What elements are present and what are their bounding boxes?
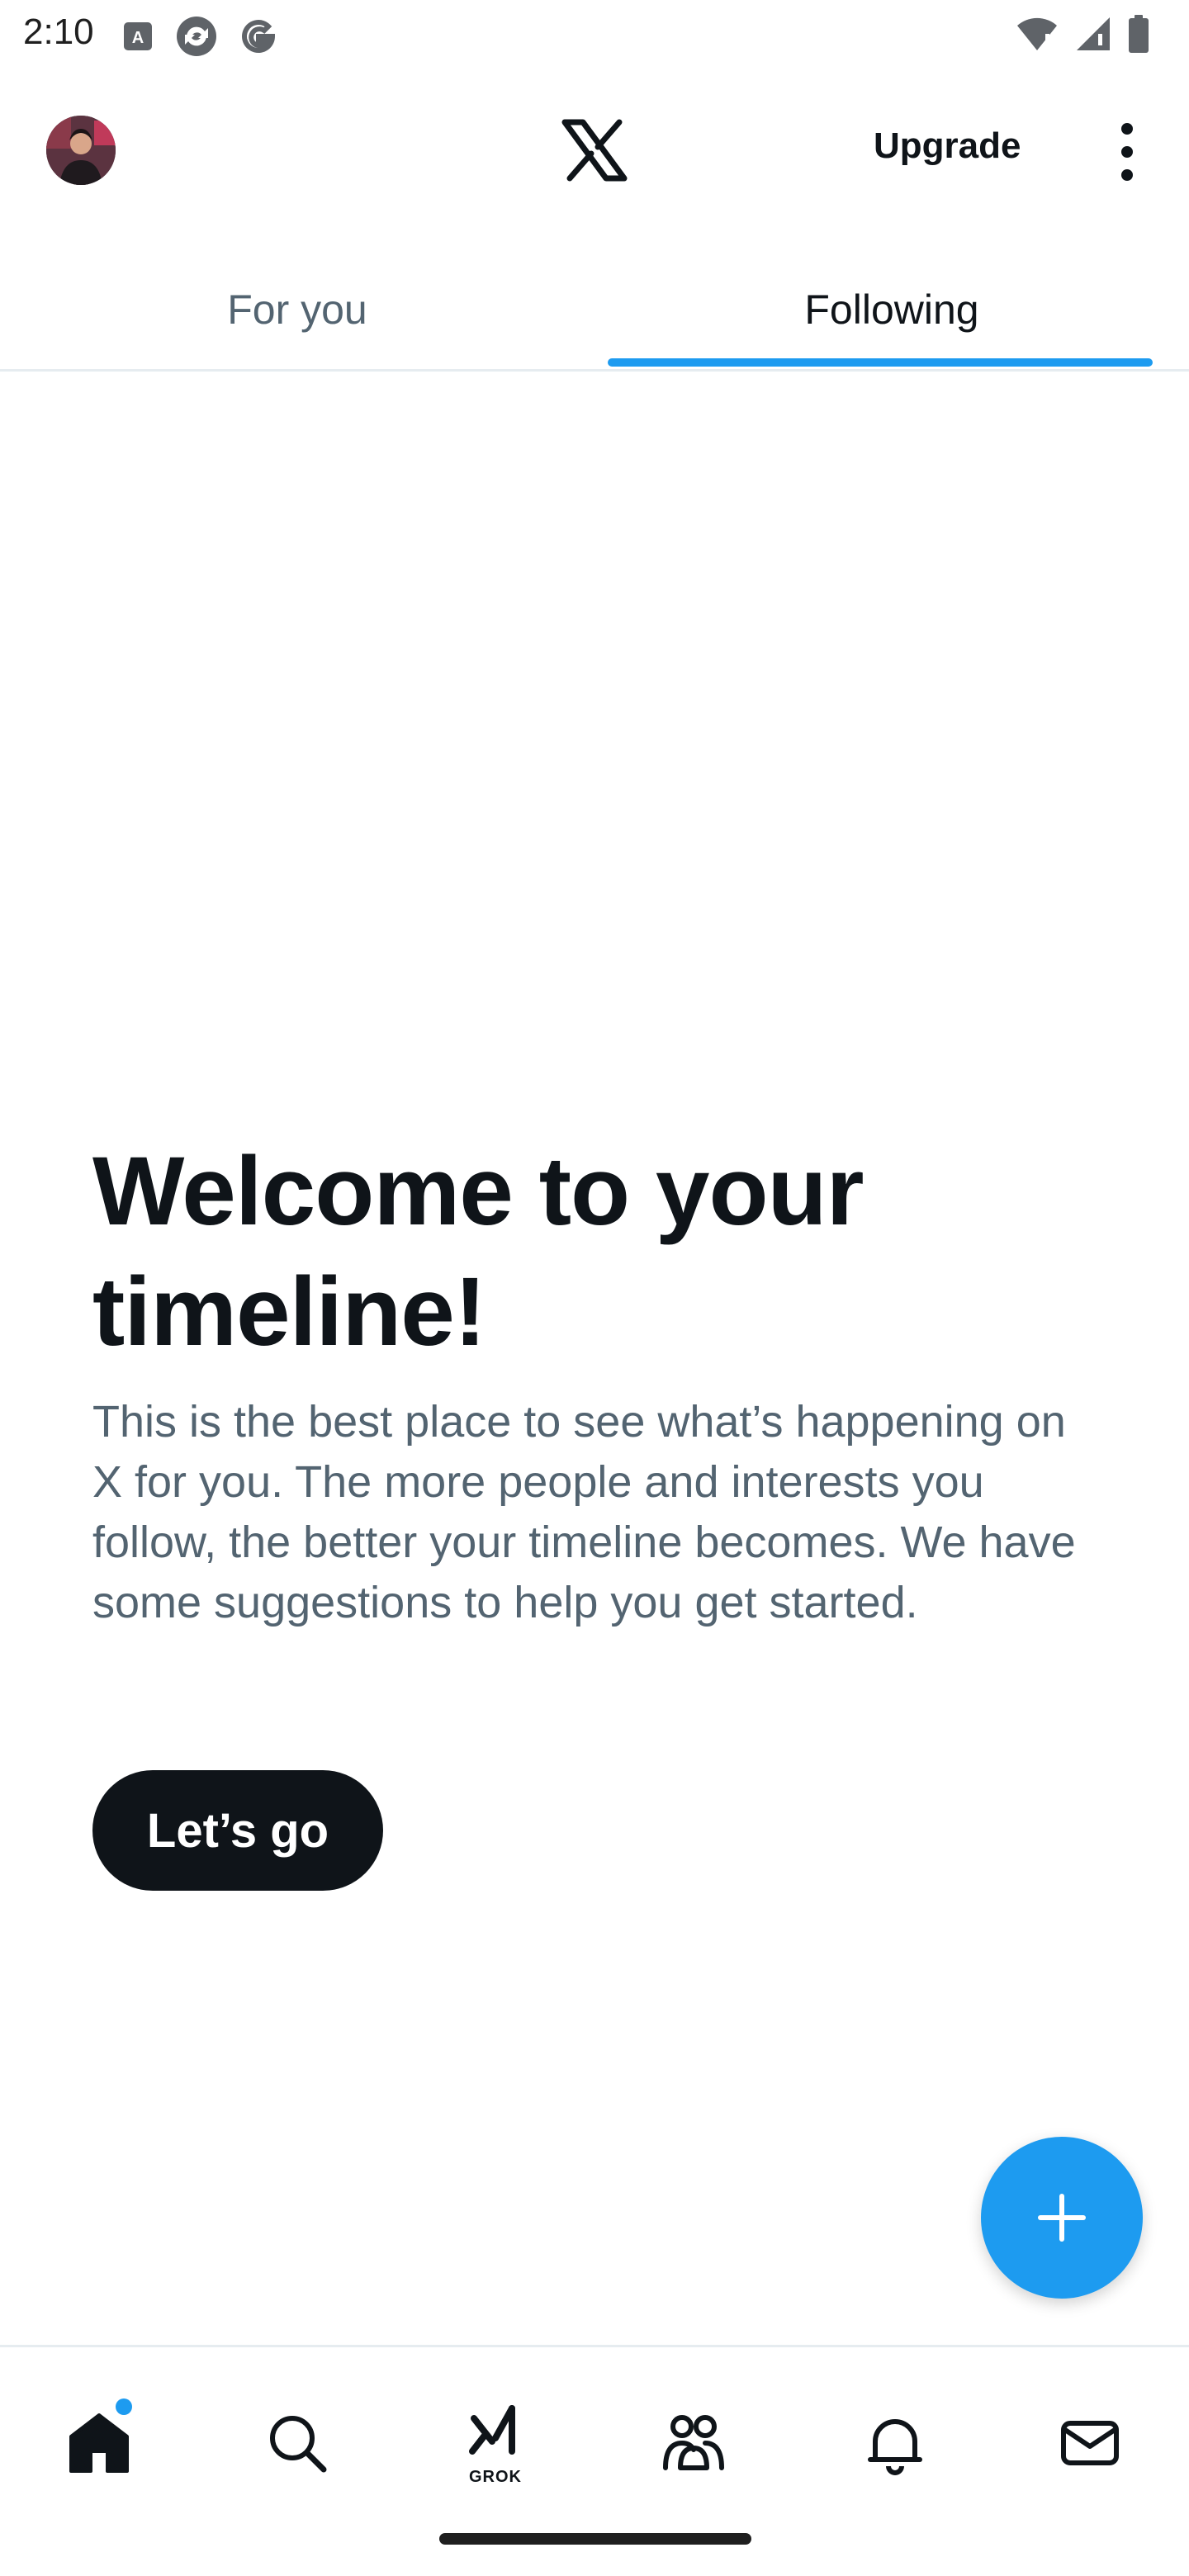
signal-icon: [1077, 17, 1110, 50]
mail-icon: [1061, 2421, 1119, 2465]
tab-label: Following: [804, 286, 979, 333]
battery-icon: [1129, 15, 1149, 53]
grok-icon: [469, 2405, 515, 2455]
status-left-icons: A: [122, 15, 277, 58]
welcome-description: This is the best place to see what’s hap…: [92, 1397, 1076, 1627]
communities-icon: [663, 2415, 724, 2470]
bell-icon: [868, 2419, 922, 2475]
more-vertical-icon[interactable]: [1106, 121, 1148, 183]
gesture-home-indicator[interactable]: [439, 2533, 751, 2545]
nav-messages[interactable]: [1040, 2394, 1139, 2493]
welcome-title: Welcome to your timeline!: [92, 1137, 865, 1366]
svg-text:A: A: [132, 29, 144, 47]
tab-following[interactable]: Following: [594, 248, 1189, 372]
search-icon: [270, 2416, 327, 2473]
compose-fab[interactable]: [981, 2137, 1143, 2299]
status-time: 2:10: [23, 12, 94, 52]
avatar-image: [46, 116, 116, 185]
app-header: Upgrade: [0, 107, 1189, 198]
upgrade-button[interactable]: Upgrade: [874, 125, 1021, 167]
google-icon: [242, 20, 276, 54]
home-badge: [116, 2398, 132, 2415]
avatar[interactable]: [46, 116, 116, 185]
sync-icon: [177, 17, 216, 56]
lets-go-button[interactable]: Let’s go: [92, 1770, 383, 1891]
screen: 2:10 A Upgrade For you Following Welcome…: [0, 0, 1189, 2576]
tab-indicator: [608, 358, 1153, 367]
timeline-tabs: For you Following: [0, 248, 1189, 372]
lets-go-label: Let’s go: [146, 1803, 329, 1858]
wifi-icon: [1017, 17, 1057, 50]
status-right-icons: [1016, 15, 1149, 53]
accessibility-icon: A: [124, 22, 152, 50]
nav-search[interactable]: [248, 2394, 347, 2493]
nav-grok[interactable]: GROK: [446, 2394, 545, 2493]
tab-label: For you: [227, 286, 367, 333]
status-bar: 2:10 A: [0, 0, 1189, 74]
home-icon: [69, 2413, 129, 2473]
nav-communities[interactable]: [644, 2394, 743, 2493]
plus-icon: [1038, 2194, 1086, 2242]
nav-notifications[interactable]: [846, 2394, 945, 2493]
nav-home[interactable]: [50, 2394, 149, 2493]
tab-for-you[interactable]: For you: [0, 248, 594, 372]
grok-label: GROK: [469, 2468, 522, 2486]
x-logo-icon[interactable]: [561, 117, 628, 183]
